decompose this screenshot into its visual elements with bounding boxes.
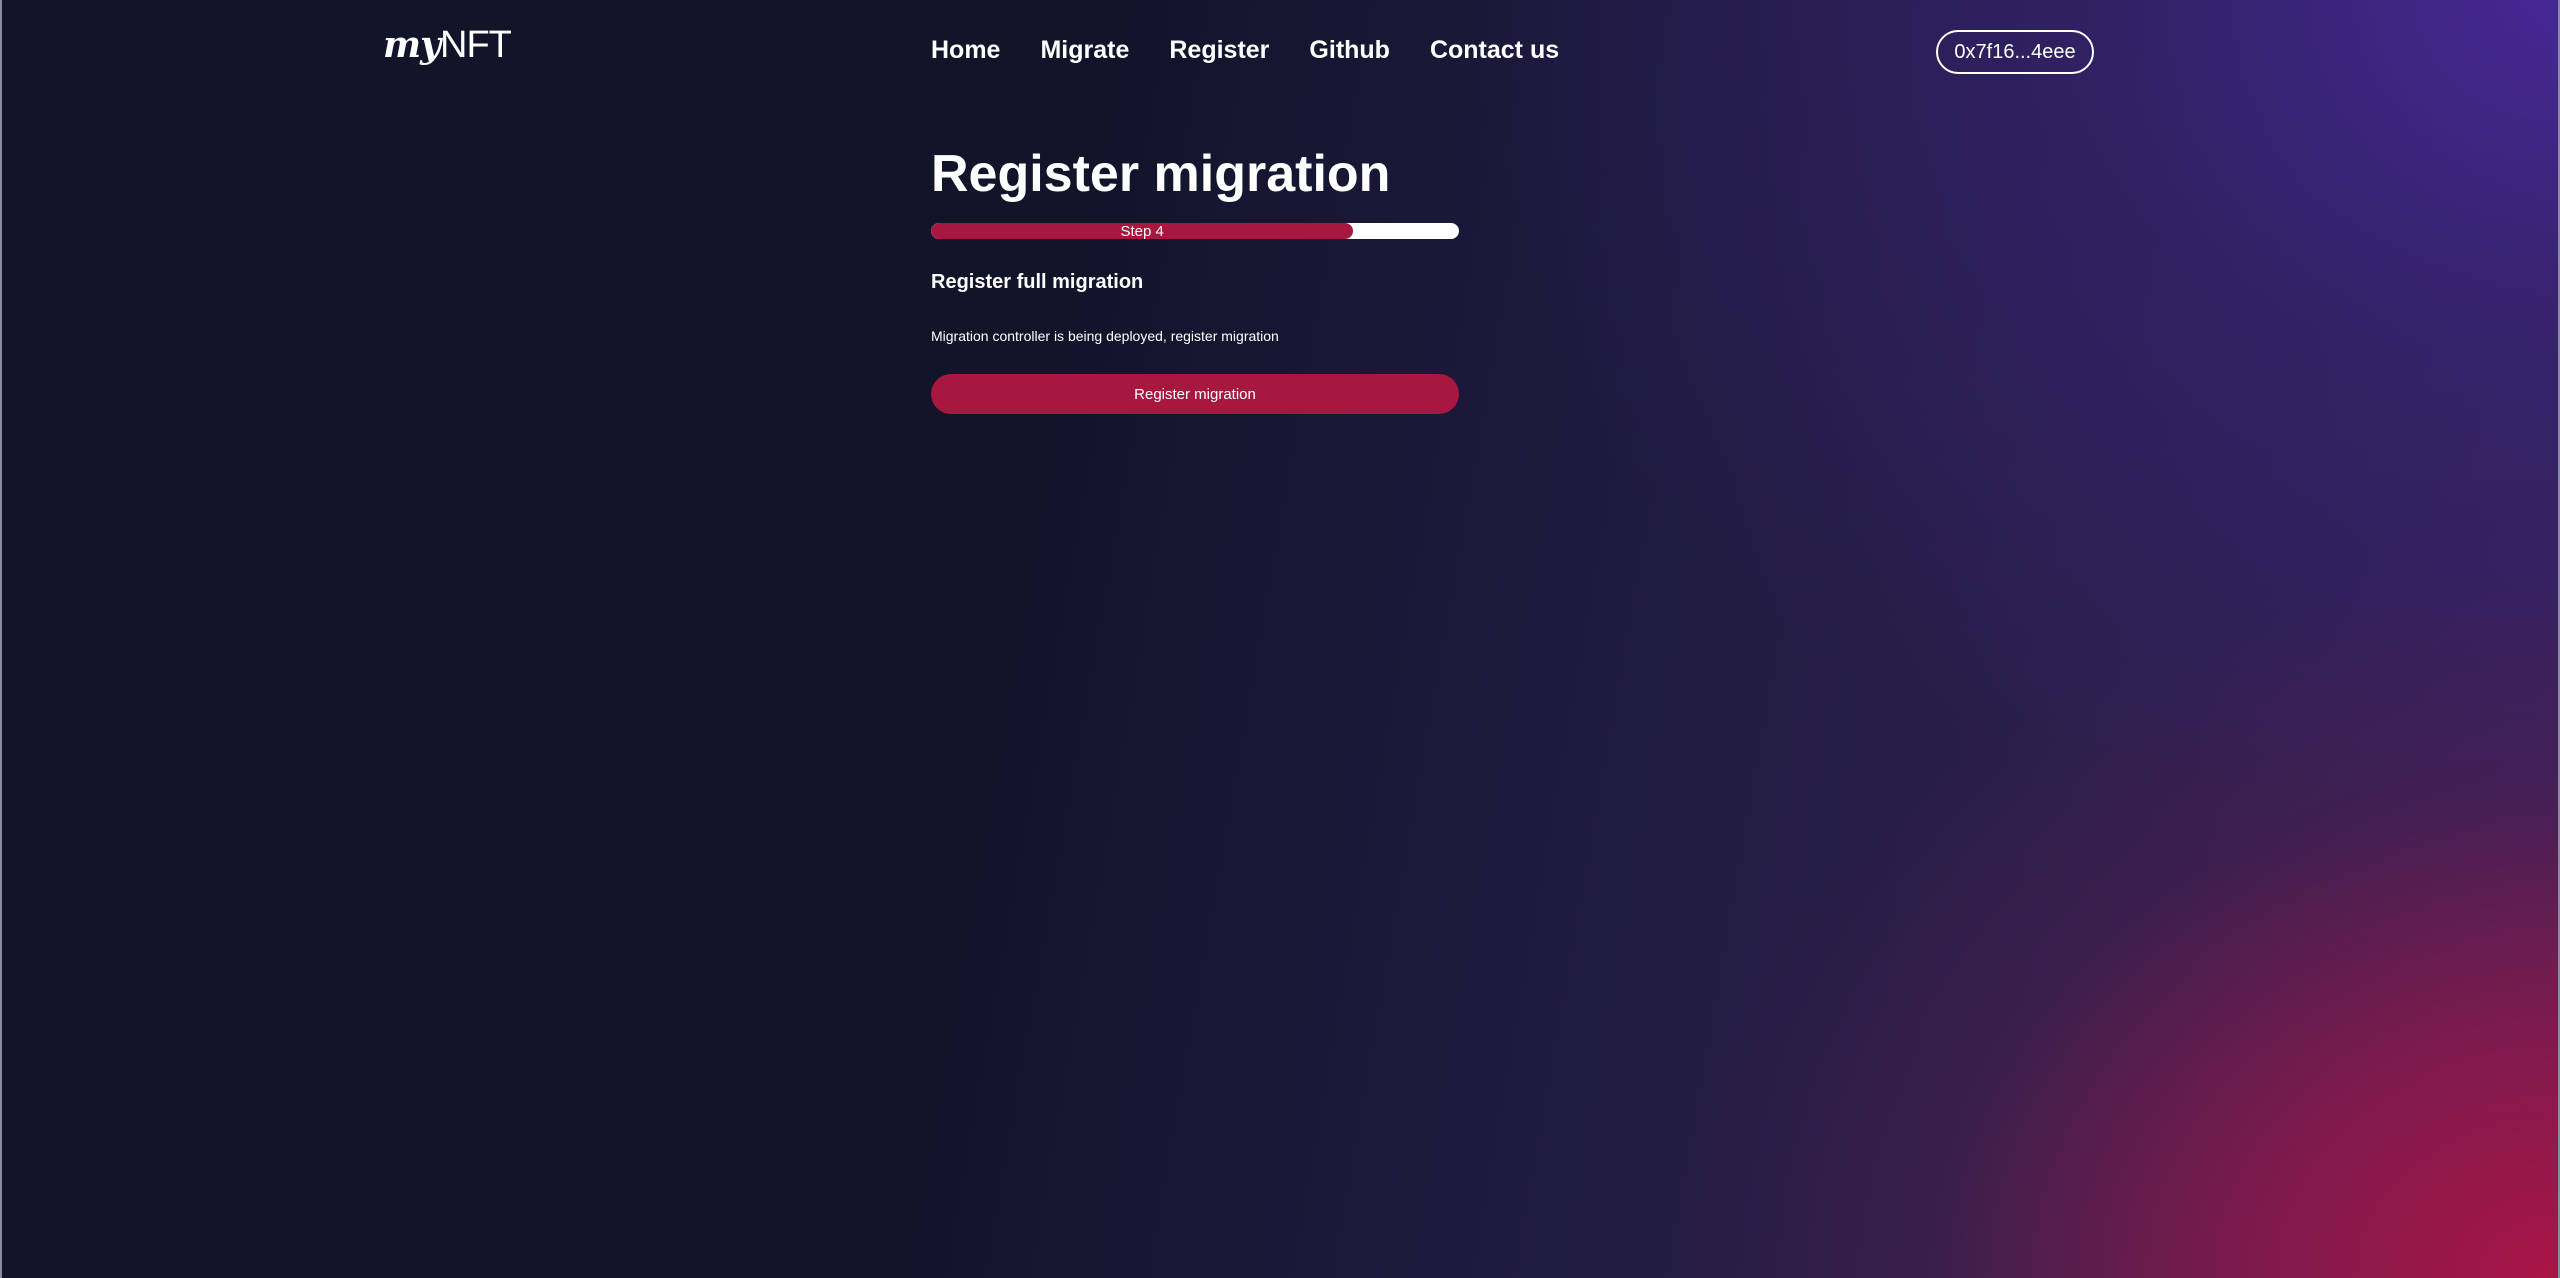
window-left-edge	[0, 0, 2, 1278]
register-migration-button[interactable]: Register migration	[931, 374, 1459, 415]
status-description: Migration controller is being deployed, …	[931, 328, 1279, 345]
nav-item-github[interactable]: Github	[1309, 36, 1390, 65]
mynft-logo[interactable]: myNFT	[383, 24, 512, 66]
wallet-address-button[interactable]: 0x7f16...4eee	[1936, 30, 2094, 74]
nav-item-contact-us[interactable]: Contact us	[1430, 36, 1559, 65]
step-progress-label: Step 4	[1120, 223, 1164, 240]
nav-item-migrate[interactable]: Migrate	[1040, 36, 1129, 65]
page-title: Register migration	[931, 145, 1391, 203]
main-nav: Home Migrate Register Github Contact us	[931, 36, 1559, 65]
logo-nft-text: NFT	[440, 24, 512, 66]
nav-item-home[interactable]: Home	[931, 36, 1000, 65]
section-heading: Register full migration	[931, 271, 1144, 294]
register-migration-panel: Register migration Step 4 Register full …	[931, 143, 1459, 415]
step-progress-bar: Step 4	[931, 223, 1459, 240]
nav-item-register[interactable]: Register	[1169, 36, 1269, 65]
logo-my-text: my	[383, 24, 441, 66]
